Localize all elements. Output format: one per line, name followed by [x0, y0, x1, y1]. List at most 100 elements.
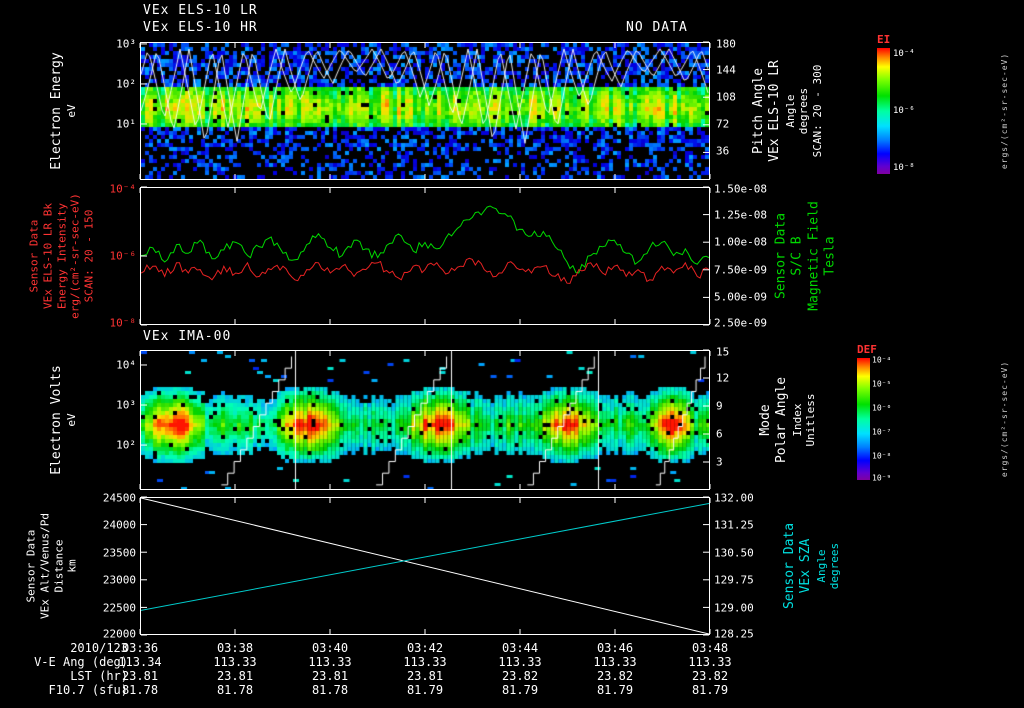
axis-label-line: VEx ELS-10 LR Bk — [41, 203, 55, 309]
axis-tick: 132.00 — [714, 491, 754, 505]
no-data-label: NO DATA — [626, 20, 688, 35]
colorbar-units-text: ergs/(cm²-sr-sec-eV) — [1000, 360, 1009, 478]
axis-tick: 1.00e-08 — [714, 235, 767, 249]
vex-orbit-summary-plot: VEx ELS-10 LR VEx ELS-10 HR NO DATA VEx … — [0, 0, 1024, 708]
colorbar-tick: 10⁻⁴ — [872, 355, 892, 365]
colorbar-tick: 10⁻⁷ — [872, 427, 892, 437]
def-colorbar-title: DEF — [857, 343, 877, 356]
axis-label-line: Sensor Data — [24, 529, 38, 603]
def-colorbar-units: ergs/(cm²-sr-sec-eV) — [1000, 361, 1010, 477]
axis-label-line: eV — [65, 413, 79, 427]
axis-tick: 180 — [716, 37, 736, 51]
panel2-y-axis-label: Sensor Data VEx ELS-10 LR Bk Energy Inte… — [28, 193, 97, 319]
axis-tick: 10¹ — [116, 117, 136, 131]
axis-tick: 24500 — [102, 491, 136, 505]
axis-tick: 24000 — [102, 518, 136, 532]
footer-time: 03:44 — [501, 641, 539, 655]
footer-value: 23.81 — [216, 669, 254, 683]
axis-label-line: Magnetic Field — [806, 201, 821, 311]
footer-value: 113.33 — [213, 655, 257, 669]
colorbar-tick: 10⁻⁵ — [872, 379, 892, 389]
footer-value: 113.33 — [403, 655, 447, 669]
axis-label-line: Sensor Data — [782, 522, 797, 610]
axis-tick: 10⁻⁸ — [109, 316, 137, 330]
footer-value: 81.78 — [121, 683, 159, 697]
footer-time: 03:38 — [216, 641, 254, 655]
footer-value: 81.78 — [311, 683, 349, 697]
axis-label-line: S/C B — [789, 236, 805, 276]
axis-tick: 128.25 — [714, 627, 754, 641]
panel3-title: VEx IMA-00 — [143, 329, 232, 344]
colorbar-tick: 10⁻⁴ — [893, 49, 915, 59]
footer-value: 81.79 — [501, 683, 539, 697]
axis-tick: 10⁻⁶ — [109, 249, 137, 263]
axis-tick: 144 — [716, 63, 736, 77]
axis-tick: 10² — [116, 438, 136, 452]
axis-tick: 36 — [716, 144, 730, 158]
axis-label-line: eV — [65, 104, 79, 118]
panel1-title-lr: VEx ELS-10 LR — [143, 3, 258, 18]
axis-label-line: Polar Angle — [774, 376, 790, 464]
colorbar-tick: 10⁻⁹ — [872, 473, 892, 483]
colorbar-units-text: ergs/(cm²-sr-sec-eV) — [1000, 52, 1009, 170]
axis-tick: 72 — [716, 117, 730, 131]
footer-time: 03:36 — [121, 641, 159, 655]
axis-label-line: VEx ELS-10 LR — [767, 60, 783, 162]
axis-label-line: Sensor Data — [27, 219, 41, 293]
axis-label-line: Energy Intensity — [55, 203, 69, 309]
axis-label-line: Distance — [52, 539, 65, 593]
panel4-y-axis-label: Sensor Data VEx Alt/Venus/Pd Distance km — [25, 513, 80, 619]
footer-value: 113.33 — [308, 655, 352, 669]
panel-intensity-bfield — [140, 187, 710, 325]
panel-altitude-sza — [140, 497, 710, 635]
ei-colorbar-title: EI — [877, 33, 891, 46]
footer-value: 113.33 — [498, 655, 542, 669]
panel-els-spectrogram — [140, 42, 710, 180]
ei-colorbar — [877, 48, 890, 174]
axis-tick: 22500 — [102, 601, 136, 615]
panel1-title-hr: VEx ELS-10 HR — [143, 20, 258, 35]
panel-ima-spectrogram — [140, 350, 710, 490]
axis-label-line: Tesla — [822, 236, 838, 276]
footer-value: 81.79 — [596, 683, 634, 697]
footer-time: 03:48 — [691, 641, 729, 655]
colorbar-tick: 10⁻⁸ — [893, 163, 915, 173]
footer-value: 23.82 — [691, 669, 729, 683]
intensity-bfield-lines — [141, 205, 709, 284]
axis-label-line: VEx Alt/Venus/Pd — [38, 513, 52, 619]
axis-label-line: degrees — [828, 542, 842, 590]
axis-label-line: Electron Volts — [49, 365, 64, 475]
axis-label-line: SCAN: 20 - 300 — [811, 64, 825, 158]
panel1-right-axis-label: Pitch Angle VEx ELS-10 LR Angle degrees … — [751, 60, 825, 162]
axis-label-line: Unitless — [804, 393, 818, 447]
axis-label-line: Angle — [814, 549, 828, 583]
axis-tick: 10² — [116, 77, 136, 91]
panel4-right-axis-label: Sensor Data VEx SZA Angle degrees — [782, 523, 842, 609]
axis-tick: 2.50e-09 — [714, 316, 767, 330]
colorbar-tick: 10⁻⁸ — [872, 451, 892, 461]
axis-tick: 22000 — [102, 627, 136, 641]
panel2-right-axis-label: Sensor Data S/C B Magnetic Field Tesla — [774, 201, 839, 311]
axis-tick: 12 — [716, 371, 730, 385]
axis-tick: 6 — [716, 427, 723, 441]
axis-tick: 15 — [716, 345, 730, 359]
axis-tick: 5.00e-09 — [714, 290, 767, 304]
axis-tick: 131.25 — [714, 518, 754, 532]
axis-tick: 10³ — [116, 398, 136, 412]
footer-value: 113.33 — [688, 655, 732, 669]
axis-label-line: km — [65, 559, 79, 573]
footer-value: 81.78 — [216, 683, 254, 697]
colorbar-tick: 10⁻⁶ — [893, 106, 915, 116]
footer-value: 23.81 — [311, 669, 349, 683]
axis-label-line: Mode — [758, 404, 773, 436]
axis-label-line: Angle — [783, 94, 797, 128]
axis-tick: 130.50 — [714, 546, 754, 560]
footer-value: 113.33 — [593, 655, 637, 669]
footer-value: 23.81 — [121, 669, 159, 683]
footer-value: 23.82 — [596, 669, 634, 683]
axis-tick: 23000 — [102, 573, 136, 587]
axis-label-line: degrees — [797, 87, 811, 135]
axis-label-line: Pitch Angle — [751, 67, 767, 155]
axis-label-line: Index — [790, 403, 804, 437]
axis-tick: 108 — [716, 90, 736, 104]
